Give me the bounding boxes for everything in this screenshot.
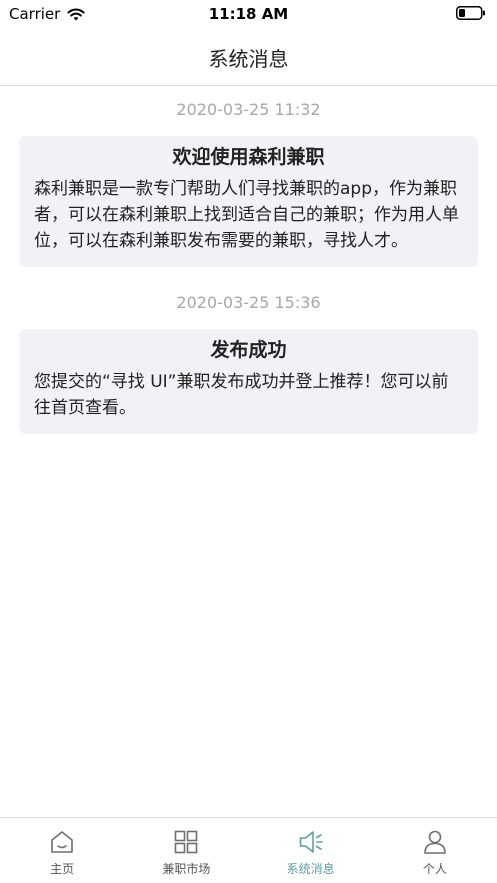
status-bar: Carrier 11:18 AM	[0, 0, 497, 30]
person-icon	[424, 830, 446, 854]
megaphone-icon	[299, 831, 323, 853]
message-item: 2020-03-25 11:32 欢迎使用森利兼职 森利兼职是一款专门帮助人们寻…	[0, 99, 497, 267]
message-card[interactable]: 欢迎使用森利兼职 森利兼职是一款专门帮助人们寻找兼职的app，作为兼职者，可以在…	[19, 136, 478, 267]
message-list: 2020-03-25 11:32 欢迎使用森利兼职 森利兼职是一款专门帮助人们寻…	[0, 86, 497, 434]
tab-label: 主页	[50, 862, 75, 876]
message-time: 2020-03-25 11:32	[176, 100, 321, 119]
message-body: 森利兼职是一款专门帮助人们寻找兼职的app，作为兼职者，可以在森利兼职上找到适合…	[34, 179, 459, 251]
tab-home[interactable]: 主页	[0, 818, 124, 883]
battery-icon	[456, 6, 485, 20]
tab-bar: 主页 兼职市场 系统消息 个人	[0, 817, 497, 883]
grid-icon	[175, 830, 198, 854]
navigation-bar: 系统消息	[0, 30, 497, 86]
message-card[interactable]: 发布成功 您提交的“寻找 UI”兼职发布成功并登上推荐！您可以前往首页查看。	[19, 329, 478, 434]
tab-messages[interactable]: 系统消息	[249, 818, 373, 883]
tab-label: 个人	[422, 862, 447, 876]
clock: 11:18 AM	[208, 5, 289, 23]
message-time: 2020-03-25 15:36	[176, 293, 321, 312]
message-item: 2020-03-25 15:36 发布成功 您提交的“寻找 UI”兼职发布成功并…	[0, 292, 497, 434]
tab-market[interactable]: 兼职市场	[124, 818, 248, 883]
tab-label: 系统消息	[286, 862, 335, 876]
tab-profile[interactable]: 个人	[373, 818, 497, 883]
message-title: 欢迎使用森利兼职	[172, 146, 325, 168]
home-icon	[51, 831, 73, 853]
tab-label: 兼职市场	[162, 862, 211, 876]
page-title: 系统消息	[208, 47, 289, 71]
message-title: 发布成功	[210, 339, 287, 361]
message-body: 您提交的“寻找 UI”兼职发布成功并登上推荐！您可以前往首页查看。	[34, 372, 449, 418]
